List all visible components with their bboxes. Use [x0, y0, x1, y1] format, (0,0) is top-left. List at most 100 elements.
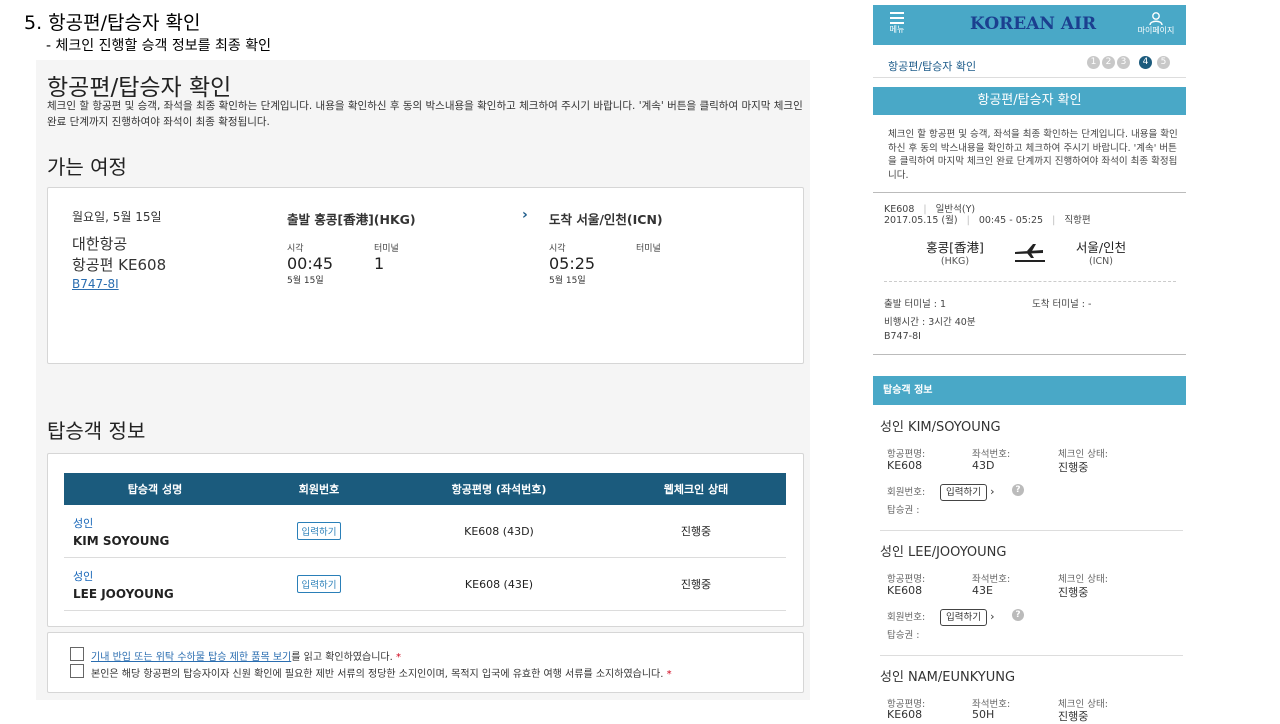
mobile-route-type: 직항편	[1064, 215, 1091, 226]
user-icon	[1149, 12, 1163, 25]
page-description: 체크인 할 항공편 및 승객, 좌석을 최종 확인하는 단계입니다. 내용을 확…	[47, 100, 803, 128]
arr-time: 05:25	[549, 254, 596, 273]
member-label: 회원번호:	[887, 487, 926, 498]
page-title: 항공편/탑승자 확인	[47, 75, 232, 101]
step-indicator-1: 1	[1087, 56, 1100, 69]
flight-value: KE608	[887, 708, 923, 721]
aircraft-link[interactable]: B747-8I	[72, 277, 119, 291]
status-value: 진행중	[1058, 710, 1089, 723]
member-cell: 입력하기	[246, 557, 392, 611]
passenger-name: LEE JOOYOUNG	[73, 586, 174, 601]
flight-seat-cell: KE608 (43D)	[392, 505, 606, 558]
dep-time-label: 시각	[287, 244, 304, 254]
checkin-status-cell: 진행중	[606, 505, 786, 558]
menu-label: 메뉴	[889, 25, 905, 34]
mobile-time-range: 00:45 - 05:25	[978, 215, 1044, 226]
member-input-button[interactable]: 입력하기	[296, 522, 342, 540]
checkin-status-cell: 진행중	[606, 557, 786, 611]
agreement-text-2-body: 본인은 해당 항공편의 탑승자이자 신원 확인에 필요한 제반 서류의 정당한 …	[91, 669, 664, 680]
korean-air-logo[interactable]: KOREAN AIR	[970, 14, 1096, 34]
divider	[880, 655, 1183, 656]
mobile-passenger-name: 성인 LEE/JOOYOUNG	[880, 545, 1007, 560]
status-value: 진행중	[1058, 586, 1089, 599]
dashed-divider	[884, 281, 1176, 282]
agreement-text-1-rest: 를 읽고 확인하였습니다.	[291, 652, 393, 663]
flight-seat-cell: KE608 (43E)	[392, 557, 606, 611]
seat-value: 43E	[972, 584, 993, 597]
status-label: 체크인 상태:	[1058, 574, 1108, 585]
airplane-icon	[1015, 244, 1045, 262]
ticket-label: 탑승권 :	[887, 505, 920, 516]
restricted-items-link[interactable]: 기내 반입 또는 위탁 수하물 탑승 제한 품목 보기	[91, 652, 291, 663]
table-row: 성인 KIM SOYOUNG 입력하기 KE608 (43D) 진행중	[64, 505, 786, 558]
trip-heading: 가는 여정	[47, 155, 127, 179]
dep-date: 5월 15일	[287, 276, 324, 286]
to-city: 서울/인천	[1075, 240, 1127, 255]
step-indicator-4: 4	[1139, 56, 1152, 69]
passenger-type: 성인	[73, 569, 94, 583]
member-input-button[interactable]: 입력하기	[296, 575, 342, 593]
passenger-heading: 탑승객 정보	[47, 419, 146, 443]
table-header-row: 탑승객 성명 회원번호 항공편명 (좌석번호) 웹체크인 상태	[64, 473, 786, 505]
step-title: 항공편/탑승자 확인	[888, 60, 977, 73]
trip-date: 월요일, 5월 15일	[72, 210, 162, 224]
member-input-button[interactable]: 입력하기 ›	[940, 480, 995, 501]
slide-subtitle: - 체크인 진행할 승객 정보를 최종 확인	[46, 38, 271, 54]
airline-name: 대한항공	[72, 235, 128, 253]
mobile-passenger-name: 성인 NAM/EUNKYUNG	[880, 670, 1016, 685]
status-value: 진행중	[1058, 461, 1089, 474]
flight-value: KE608	[887, 459, 923, 472]
member-input-button[interactable]: 입력하기 ›	[940, 605, 995, 626]
agreement-checkbox-1[interactable]	[70, 647, 84, 661]
col-header-status: 웹체크인 상태	[606, 473, 786, 505]
separator: |	[966, 215, 970, 226]
divider	[873, 354, 1186, 355]
flight-info-line2: 2017.05.15 (월) | 00:45 - 05:25 | 직항편	[884, 212, 1091, 226]
mobile-description: 체크인 할 항공편 및 승객, 좌석을 최종 확인하는 단계입니다. 내용을 확…	[888, 129, 1178, 181]
step-indicator-2: 2	[1102, 56, 1115, 69]
mobile-arr-terminal: 도착 터미널 : -	[1032, 299, 1092, 310]
seat-value: 43D	[972, 459, 995, 472]
agreement-checkbox-2[interactable]	[70, 664, 84, 678]
mobile-date: 2017.05.15 (월)	[884, 215, 958, 226]
col-header-flight: 항공편명 (좌석번호)	[392, 473, 606, 505]
flight-value: KE608	[887, 584, 923, 597]
dep-terminal-label: 터미널	[374, 244, 399, 254]
passenger-name-cell: 성인 KIM SOYOUNG	[64, 505, 246, 558]
to-block: 서울/인천 (ICN)	[1051, 237, 1151, 267]
mypage-label: 마이페이지	[1137, 26, 1175, 35]
seat-value: 50H	[972, 708, 995, 721]
mobile-page-title: 항공편/탑승자 확인	[873, 87, 1186, 115]
from-block: 홍콩[香港] (HKG)	[905, 237, 1005, 267]
member-label: 회원번호:	[887, 612, 926, 623]
hamburger-icon	[890, 12, 904, 24]
menu-button[interactable]: 메뉴	[881, 12, 913, 35]
chevron-right-icon: ›	[522, 207, 528, 223]
input-button-label: 입력하기	[940, 484, 987, 501]
ticket-label: 탑승권 :	[887, 630, 920, 641]
col-header-name: 탑승객 성명	[64, 473, 246, 505]
passenger-name-cell: 성인 LEE JOOYOUNG	[64, 557, 246, 611]
passenger-table: 탑승객 성명 회원번호 항공편명 (좌석번호) 웹체크인 상태 성인 KIM S…	[64, 473, 786, 611]
divider	[873, 192, 1186, 193]
arr-terminal-label: 터미널	[636, 244, 661, 254]
help-icon[interactable]: ?	[1012, 484, 1024, 496]
mobile-passenger-header: 탑승객 정보	[873, 376, 1186, 405]
table-row: 성인 LEE JOOYOUNG 입력하기 KE608 (43E) 진행중	[64, 557, 786, 611]
slide-title: 5. 항공편/탑승자 확인	[24, 12, 201, 34]
mypage-button[interactable]: 마이페이지	[1133, 12, 1179, 36]
divider	[880, 530, 1183, 531]
chevron-right-icon: ›	[990, 610, 995, 623]
help-icon[interactable]: ?	[1012, 609, 1024, 621]
mobile-duration: 비행시간 : 3시간 40분	[884, 317, 976, 328]
separator: |	[1052, 215, 1056, 226]
required-mark: *	[395, 652, 401, 663]
to-code: (ICN)	[1089, 256, 1113, 267]
agreement-text-2: 본인은 해당 항공편의 탑승자이자 신원 확인에 필요한 제반 서류의 정당한 …	[91, 665, 672, 680]
arr-date: 5월 15일	[549, 276, 586, 286]
chevron-right-icon: ›	[990, 485, 995, 498]
col-header-member: 회원번호	[246, 473, 392, 505]
flight-label: 항공편명:	[887, 574, 926, 585]
mobile-aircraft: B747-8I	[884, 331, 921, 342]
mobile-dep-terminal: 출발 터미널 : 1	[884, 299, 947, 310]
